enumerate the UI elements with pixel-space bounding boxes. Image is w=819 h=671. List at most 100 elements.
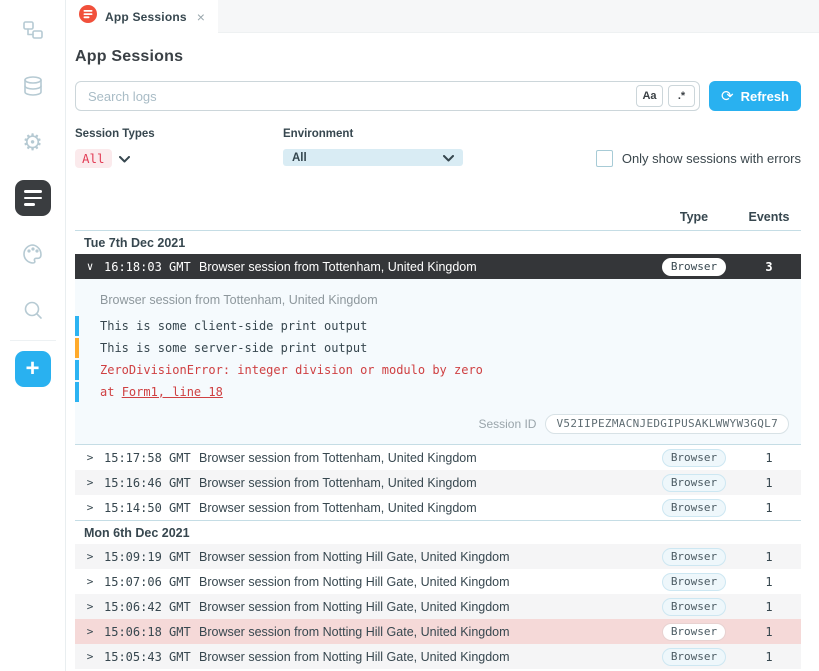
type-cell: Browser (651, 647, 737, 666)
events-count: 1 (765, 476, 772, 490)
session-time: 15:06:42 GMT (104, 600, 192, 614)
chevron-down-icon[interactable]: ∨ (83, 260, 97, 273)
environment-value: All (292, 152, 443, 164)
date-group-header: Tue 7th Dec 2021 (75, 230, 801, 254)
session-title: Browser session from Tottenham, United K… (199, 501, 651, 515)
session-id-value[interactable]: V52IIPEZMACNJEDGIPUSAKLWWYW3GQL7 (545, 414, 789, 434)
chevron-right-icon[interactable]: > (83, 451, 97, 464)
type-badge: Browser (662, 648, 726, 666)
type-cell: Browser (651, 498, 737, 517)
main-area: App Sessions × App Sessions Aa .* ⟳ Refr… (66, 0, 819, 671)
type-badge: Browser (662, 573, 726, 591)
session-row[interactable]: >15:07:06 GMTBrowser session from Nottin… (75, 569, 801, 594)
stack-trace-link[interactable]: Form1, line 18 (122, 385, 223, 399)
session-row[interactable]: >15:06:42 GMT Browser session from Nottin… (75, 594, 801, 619)
palette-icon[interactable] (15, 236, 51, 272)
chevron-right-icon[interactable]: > (83, 625, 97, 638)
log-line: ZeroDivisionError: integer division or m… (75, 360, 801, 380)
events-cell: 1 (737, 499, 801, 517)
errors-only-label: Only show sessions with errors (622, 151, 801, 166)
session-id-label: Session ID (478, 417, 536, 431)
session-row[interactable]: >15:05:43 GMTBrowser session from Nottin… (75, 644, 801, 669)
errors-only-filter[interactable]: Only show sessions with errors (596, 128, 801, 168)
events-cell: 1 (737, 623, 801, 641)
session-time: 15:06:18 GMT (104, 625, 192, 639)
type-cell: Browser (651, 257, 737, 276)
refresh-label: Refresh (741, 89, 789, 104)
type-badge: Browser (662, 258, 726, 276)
tab-app-sessions[interactable]: App Sessions × (66, 0, 218, 33)
page-content: App Sessions Aa .* ⟳ Refresh Session Typ… (66, 33, 819, 671)
plus-icon[interactable]: + (15, 351, 51, 387)
session-row[interactable]: >15:16:46 GMT Browser session from Totten… (75, 470, 801, 495)
events-cell: 1 (737, 648, 801, 666)
events-cell: 1 (737, 573, 801, 591)
events-column-header: Events (737, 210, 801, 224)
hierarchy-icon[interactable] (15, 12, 51, 48)
type-cell: Browser (651, 622, 737, 641)
session-time: 15:14:50 GMT (104, 501, 192, 515)
search-box: Aa .* (75, 81, 700, 111)
session-id-row: Session ID V52IIPEZMACNJEDGIPUSAKLWWYW3GQ… (75, 404, 801, 444)
session-types-label: Session Types (75, 128, 283, 140)
session-types-dropdown[interactable]: All (75, 149, 283, 168)
session-row[interactable]: >15:17:58 GMTBrowser session from Totten… (75, 445, 801, 470)
type-badge: Browser (662, 474, 726, 492)
events-count: 1 (765, 625, 772, 639)
session-row[interactable]: >15:09:19 GMT Browser session from Nottin… (75, 544, 801, 569)
sessions-table: Type Events Tue 7th Dec 2021 ∨ 16:18:03 GM… (75, 204, 801, 671)
app-window: ⚙ + (0, 0, 819, 671)
page-title: App Sessions (75, 48, 801, 66)
events-count: 1 (765, 600, 772, 614)
chevron-right-icon[interactable]: > (83, 501, 97, 514)
close-icon[interactable]: × (197, 9, 205, 25)
type-badge: Browser (662, 449, 726, 467)
logs-circle-icon (79, 5, 97, 28)
errors-only-checkbox[interactable] (596, 150, 613, 167)
events-cell: 1 (737, 474, 801, 492)
events-count: 1 (765, 650, 772, 664)
search-input[interactable] (88, 89, 631, 104)
environment-label: Environment (283, 128, 596, 140)
session-time: 15:17:58 GMT (104, 451, 192, 465)
events-cell: 3 (737, 258, 801, 276)
session-time: 15:05:43 GMT (104, 650, 192, 664)
type-badge: Browser (662, 623, 726, 641)
events-cell: 1 (737, 598, 801, 616)
search-row: Aa .* ⟳ Refresh (75, 81, 801, 111)
chevron-right-icon[interactable]: > (83, 575, 97, 588)
gear-icon[interactable]: ⚙ (15, 124, 51, 160)
type-column-header: Type (651, 210, 737, 224)
environment-select[interactable]: All (283, 149, 463, 166)
date-group-header: Mon 6th Dec 2021 (75, 520, 801, 544)
chevron-right-icon[interactable]: > (83, 550, 97, 563)
session-row[interactable]: >15:14:50 GMT Browser session from Totten… (75, 495, 801, 520)
database-icon[interactable] (15, 68, 51, 104)
session-title: Browser session from Notting Hill Gate, … (199, 550, 651, 564)
app-logs-icon[interactable] (15, 180, 51, 216)
session-row[interactable]: ∨16:18:03 GMTBrowser session from Totten… (75, 254, 801, 279)
chevron-right-icon[interactable]: > (83, 476, 97, 489)
search-icon[interactable] (15, 292, 51, 328)
match-case-button[interactable]: Aa (636, 85, 663, 107)
type-cell: Browser (651, 597, 737, 616)
tab-label: App Sessions (105, 10, 187, 24)
sessions-table-header: Type Events (75, 204, 801, 230)
regex-button[interactable]: .* (668, 85, 695, 107)
sidebar: ⚙ + (0, 0, 66, 671)
log-line: This is some client-side print output (75, 316, 801, 336)
session-time: 15:09:19 GMT (104, 550, 192, 564)
sessions-table-body: Tue 7th Dec 2021 ∨ 16:18:03 GMT Browser ses… (75, 230, 801, 671)
log-line: This is some server-side print output (75, 338, 801, 358)
session-time: 16:18:03 GMT (104, 260, 192, 274)
chevron-right-icon[interactable]: > (83, 650, 97, 663)
type-cell: Browser (651, 572, 737, 591)
session-title: Browser session from Notting Hill Gate, … (199, 600, 651, 614)
session-title: Browser session from Tottenham, United K… (199, 476, 651, 490)
log-line: at Form1, line 18 (75, 382, 801, 402)
session-row[interactable]: >15:06:18 GMTBrowser session from Nottin… (75, 619, 801, 644)
refresh-button[interactable]: ⟳ Refresh (709, 81, 801, 111)
chevron-down-icon (443, 149, 454, 167)
chevron-right-icon[interactable]: > (83, 600, 97, 613)
session-time: 15:16:46 GMT (104, 476, 192, 490)
